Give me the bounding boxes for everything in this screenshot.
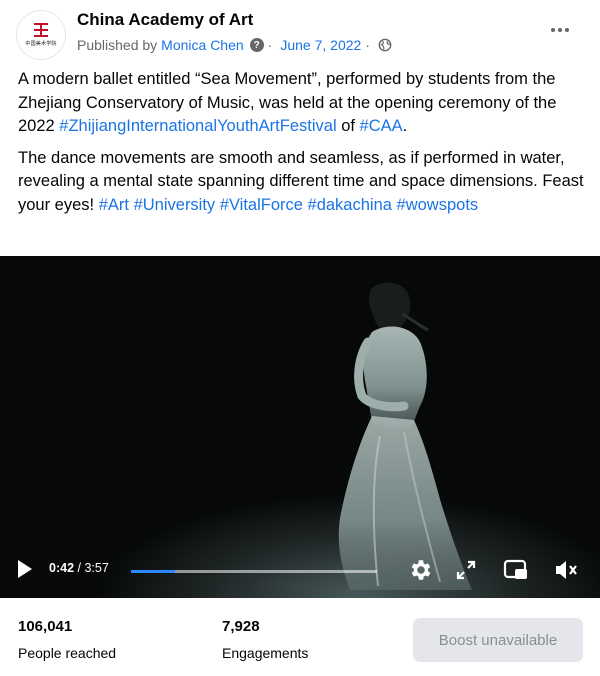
- hashtag-link[interactable]: #CAA: [360, 117, 403, 135]
- hashtag-link[interactable]: #VitalForce: [220, 196, 303, 214]
- post-text-segment: .: [402, 117, 408, 135]
- engagement-value: 7,928: [222, 618, 260, 635]
- post-text: A modern ballet entitled “Sea Movement”,…: [18, 68, 588, 225]
- avatar-logo-text: 中国美术学院: [25, 40, 57, 47]
- picture-in-picture-icon[interactable]: [503, 558, 529, 582]
- author-link[interactable]: Monica Chen: [161, 37, 244, 53]
- page-avatar[interactable]: 中国美术学院: [16, 10, 66, 60]
- duration: 3:57: [84, 561, 109, 575]
- mute-icon[interactable]: [554, 559, 580, 581]
- post-text-segment: of: [336, 117, 360, 135]
- globe-icon[interactable]: [378, 38, 392, 52]
- fullscreen-icon[interactable]: [455, 559, 477, 581]
- help-icon[interactable]: ?: [249, 38, 264, 52]
- current-time: 0:42: [49, 561, 75, 575]
- facebook-post: 中国美术学院 China Academy of Art Published by…: [0, 0, 600, 676]
- play-icon[interactable]: [18, 560, 32, 578]
- video-time: 0:42 / 3:57: [49, 561, 109, 575]
- hashtag-link[interactable]: #ZhijiangInternationalYouthArtFestival: [59, 117, 336, 135]
- hashtag-link[interactable]: #University: [134, 196, 216, 214]
- page-name-link[interactable]: China Academy of Art: [77, 10, 253, 30]
- hashtag-link[interactable]: #wowspots: [397, 196, 479, 214]
- more-options-icon[interactable]: [545, 20, 575, 40]
- reach-value: 106,041: [18, 618, 73, 635]
- engagement-label: Engagements: [222, 645, 309, 661]
- meta-separator: ·: [267, 37, 273, 53]
- post-paragraph-1: A modern ballet entitled “Sea Movement”,…: [18, 68, 588, 139]
- time-separator: /: [74, 561, 85, 575]
- published-by-label: Published by: [77, 37, 158, 53]
- post-date-link[interactable]: June 7, 2022: [280, 37, 361, 53]
- reach-stat: 106,041 People reached: [18, 618, 116, 661]
- post-header: 中国美术学院 China Academy of Art Published by…: [0, 0, 600, 64]
- post-insights: 106,041 People reached 7,928 Engagements…: [0, 598, 600, 676]
- reach-label: People reached: [18, 645, 117, 661]
- post-meta: Published by Monica Chen ? · June 7, 202…: [77, 37, 392, 53]
- boost-unavailable-button[interactable]: Boost unavailable: [413, 618, 583, 662]
- progress-bar[interactable]: [131, 570, 377, 573]
- engagement-stat: 7,928 Engagements: [222, 618, 308, 661]
- video-player[interactable]: 0:42 / 3:57: [0, 256, 600, 598]
- progress-fill: [131, 570, 175, 573]
- settings-icon[interactable]: [408, 557, 434, 583]
- post-paragraph-2: The dance movements are smooth and seaml…: [18, 147, 588, 218]
- meta-separator-2: ·: [365, 37, 370, 53]
- academy-logo-icon: [33, 22, 49, 38]
- video-controls: 0:42 / 3:57: [0, 542, 600, 598]
- hashtag-link[interactable]: #dakachina: [308, 196, 392, 214]
- hashtag-link[interactable]: #Art: [99, 196, 129, 214]
